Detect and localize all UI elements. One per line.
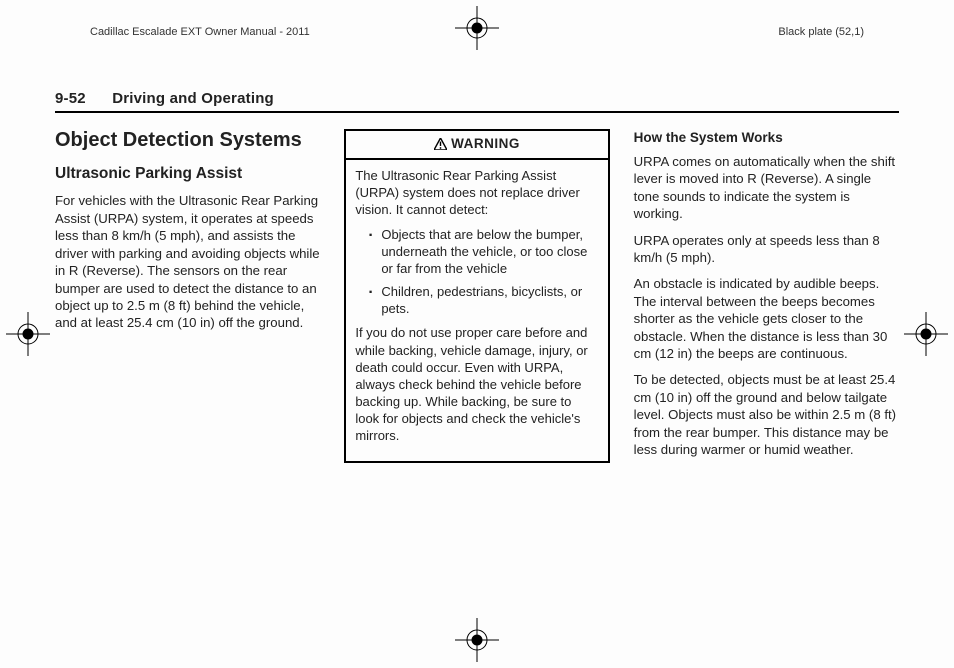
body-paragraph: An obstacle is indicated by audible beep… (634, 275, 899, 362)
column-1: Object Detection Systems Ultrasonic Park… (55, 129, 320, 473)
warning-box: WARNING The Ultrasonic Rear Parking Assi… (344, 129, 609, 463)
warning-list-item: Children, pedestrians, bicyclists, or pe… (371, 283, 598, 317)
warning-list-item: Objects that are below the bumper, under… (371, 226, 598, 277)
crop-mark-left (6, 312, 50, 356)
warning-paragraph: The Ultrasonic Rear Parking Assist (URPA… (355, 167, 598, 218)
body-paragraph: URPA comes on automatically when the shi… (634, 153, 899, 223)
body-paragraph: For vehicles with the Ultrasonic Rear Pa… (55, 192, 320, 331)
body-paragraph: URPA operates only at speeds less than 8… (634, 232, 899, 267)
subsection-heading: Ultrasonic Parking Assist (55, 164, 320, 184)
chapter-title: Driving and Operating (112, 90, 274, 107)
warning-list: Objects that are below the bumper, under… (355, 226, 598, 318)
warning-title: WARNING (346, 131, 607, 160)
page-number: 9-52 (55, 90, 86, 107)
mini-heading: How the System Works (634, 129, 899, 147)
body-paragraph: To be detected, objects must be at least… (634, 371, 899, 458)
section-heading: Object Detection Systems (55, 129, 320, 152)
manual-page: Cadillac Escalade EXT Owner Manual - 201… (0, 0, 954, 668)
crop-mark-right (904, 312, 948, 356)
warning-label: WARNING (451, 136, 520, 151)
column-3: How the System Works URPA comes on autom… (634, 129, 899, 473)
warning-body: The Ultrasonic Rear Parking Assist (URPA… (346, 160, 607, 460)
crop-mark-bottom (455, 618, 499, 662)
print-header: Cadillac Escalade EXT Owner Manual - 201… (55, 22, 899, 42)
running-head: 9-52 Driving and Operating (55, 90, 899, 113)
warning-paragraph: If you do not use proper care before and… (355, 324, 598, 444)
manual-title: Cadillac Escalade EXT Owner Manual - 201… (90, 26, 310, 38)
column-2: WARNING The Ultrasonic Rear Parking Assi… (344, 129, 609, 473)
warning-icon (434, 136, 447, 153)
content-columns: Object Detection Systems Ultrasonic Park… (55, 129, 899, 473)
plate-label: Black plate (52,1) (778, 26, 864, 38)
